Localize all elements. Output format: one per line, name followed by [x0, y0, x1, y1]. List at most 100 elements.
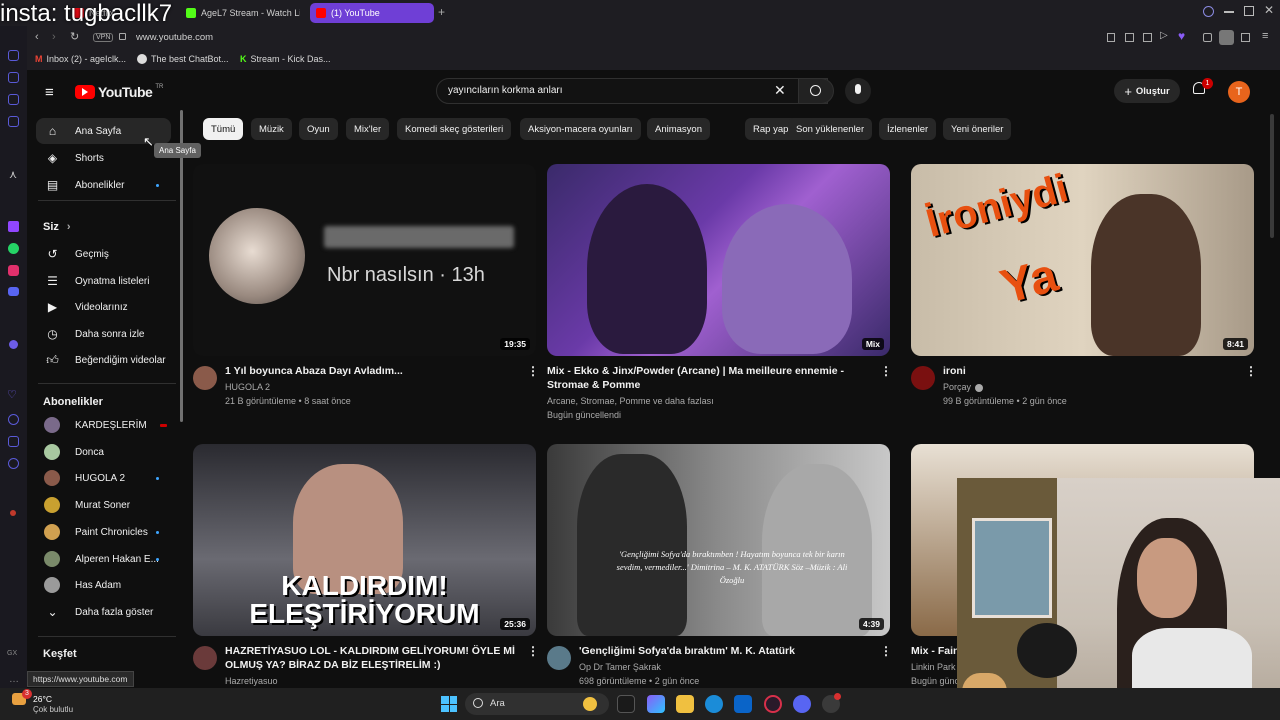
video-title[interactable]: HAZRETİYASUO LOL - KALDIRDIM GELİYORUM! … — [225, 644, 525, 672]
history-sidebar-icon[interactable] — [8, 414, 19, 425]
chip-music[interactable]: Müzik — [251, 118, 292, 140]
sub-murat-soner[interactable]: Murat Soner — [36, 492, 171, 518]
page-scrollbar[interactable] — [1270, 114, 1274, 238]
player-sidebar-icon[interactable] — [9, 340, 18, 349]
video-channel[interactable]: HUGOLA 2 — [225, 380, 270, 394]
video-title[interactable]: 1 Yıl boyunca Abaza Dayı Avladım... — [225, 364, 515, 378]
heart-icon[interactable]: ♥ — [1178, 29, 1185, 43]
forward-icon[interactable]: › — [52, 31, 56, 43]
gx-icon[interactable]: GX — [7, 650, 17, 657]
extensions-icon[interactable] — [1143, 33, 1152, 42]
chip-mixes[interactable]: Mix'ler — [346, 118, 390, 140]
video-channel[interactable]: Porçay — [943, 380, 971, 394]
speed-dial-icon[interactable] — [8, 50, 19, 61]
more-options-icon[interactable]: ⋮ — [1245, 364, 1257, 378]
settings-sidebar-icon[interactable] — [8, 458, 19, 469]
player-icon[interactable]: ▷ — [1160, 30, 1168, 41]
bookmark-gmail[interactable]: M Inbox (2) - ageIclk... — [35, 54, 126, 64]
puzzle-icon[interactable] — [1203, 33, 1212, 42]
task-view-icon[interactable] — [617, 695, 635, 713]
sub-kardeslerim[interactable]: KARDEŞLERİM — [36, 412, 171, 438]
sub-donca[interactable]: Donca — [36, 439, 171, 465]
chip-recently-uploaded[interactable]: Son yüklenenler — [788, 118, 873, 140]
sub-hugola-2[interactable]: HUGOLA 2 — [36, 465, 171, 491]
maximize-icon[interactable] — [1244, 6, 1254, 16]
tab-youtube[interactable]: (1) YouTube — [310, 3, 434, 23]
voice-search-button[interactable] — [845, 78, 871, 104]
chip-comedy[interactable]: Komedi skeç gösterileri — [397, 118, 512, 140]
more-options-icon[interactable]: ⋮ — [527, 644, 539, 658]
youtube-logo[interactable]: YouTube TR — [75, 84, 163, 100]
chip-watched[interactable]: İzlenenler — [879, 118, 937, 140]
hamburger-menu-icon[interactable]: ≡ — [45, 84, 54, 101]
download-icon[interactable] — [1241, 33, 1250, 42]
whatsapp-icon[interactable] — [8, 243, 19, 254]
more-options-icon[interactable]: ⋮ — [880, 644, 892, 658]
video-title[interactable]: 'Gençliğimi Sofya'da bıraktım' M. K. Ata… — [579, 644, 795, 658]
edge-icon[interactable] — [705, 695, 723, 713]
bookmark-icon[interactable] — [1107, 33, 1115, 42]
more-icon[interactable]: … — [9, 674, 19, 685]
twitch-icon[interactable] — [8, 221, 19, 232]
create-button[interactable]: + Oluştur — [1114, 79, 1180, 103]
chip-all[interactable]: Tümü — [203, 118, 244, 140]
video-thumbnail[interactable]: Mix — [547, 164, 890, 356]
search-input[interactable]: yayıncıların korkma anları — [448, 85, 563, 96]
taskbar-search[interactable]: Ara — [465, 693, 609, 715]
video-thumbnail[interactable]: KALDIRDIM! ELEŞTİRİYORUM 25:36 — [193, 444, 536, 636]
channel-avatar[interactable] — [547, 646, 571, 670]
video-channel[interactable]: Hazretiyasuo — [225, 674, 278, 688]
opera-gx-icon[interactable] — [764, 695, 782, 713]
reload-icon[interactable]: ↻ — [70, 30, 79, 43]
bookmark-kick[interactable]: K Stream - Kick Das... — [240, 54, 331, 64]
video-title[interactable]: Mix - Ekko & Jinx/Powder (Arcane) | Ma m… — [547, 364, 857, 392]
sub-paint-chronicles[interactable]: Paint Chronicles — [36, 519, 171, 545]
minimize-icon[interactable] — [1224, 11, 1234, 13]
channel-avatar[interactable] — [193, 646, 217, 670]
outlook-icon[interactable] — [734, 695, 752, 713]
discord-icon[interactable] — [793, 695, 811, 713]
more-options-icon[interactable]: ⋮ — [527, 364, 539, 378]
chip-new-to-you[interactable]: Yeni öneriler — [943, 118, 1012, 140]
vpn-badge[interactable]: VPN — [93, 33, 114, 42]
video-thumbnail[interactable]: 'Gençliğimi Sofya'da bıraktımben ! Hayat… — [547, 444, 890, 636]
show-more-button[interactable]: ⌄ Daha fazla göster — [36, 599, 171, 625]
nav-liked-videos[interactable]: 👍︎ Beğendiğim videolar — [36, 347, 171, 373]
tab-agel7-stream[interactable]: AgeL7 Stream - Watch Li — [180, 3, 300, 23]
nav-subscriptions[interactable]: ▤ Abonelikler — [36, 172, 171, 198]
url-field[interactable]: www.youtube.com — [136, 32, 213, 43]
channel-avatar[interactable] — [911, 366, 935, 390]
search-box[interactable]: yayıncıların korkma anları ✕ — [436, 78, 828, 104]
file-explorer-icon[interactable] — [676, 695, 694, 713]
video-title[interactable]: ironi — [943, 364, 966, 378]
new-tab-button[interactable]: + — [438, 5, 445, 19]
chip-action-adventure[interactable]: Aksiyon-macera oyunları — [520, 118, 641, 140]
weather-text[interactable]: Çok bulutlu — [33, 705, 73, 714]
nav-your-videos[interactable]: ▶ Videolarınız — [36, 294, 171, 320]
ai-icon[interactable]: ⋏ — [9, 168, 17, 181]
clear-search-icon[interactable]: ✕ — [774, 82, 786, 99]
bookmark-chatbot[interactable]: The best ChatBot... — [137, 54, 229, 64]
video-channel[interactable]: Linkin Park — [911, 660, 956, 674]
menu-icon[interactable]: ≡ — [1262, 30, 1268, 42]
copilot-icon[interactable] — [647, 695, 665, 713]
account-avatar[interactable]: T — [1228, 81, 1250, 103]
video-channel[interactable]: Arcane, Stromae, Pomme ve daha fazlası — [547, 394, 714, 408]
search-tabs-icon[interactable] — [1203, 6, 1214, 17]
workspaces-icon[interactable] — [8, 94, 19, 105]
extensions-sidebar-icon[interactable] — [8, 436, 19, 447]
close-window-icon[interactable]: ✕ — [1264, 3, 1274, 17]
nav-history[interactable]: ↺ Geçmiş — [36, 241, 171, 267]
sub-has-adam[interactable]: Has Adam — [36, 572, 171, 598]
back-icon[interactable]: ‹ — [35, 31, 39, 43]
discord-icon[interactable] — [8, 287, 19, 296]
windows-start-icon[interactable] — [441, 696, 457, 712]
snapshot-icon[interactable] — [1125, 33, 1134, 42]
favorites-icon[interactable]: ♡ — [7, 388, 17, 401]
chip-animation[interactable]: Animasyon — [647, 118, 710, 140]
temperature[interactable]: 26°C — [33, 694, 52, 704]
video-thumbnail[interactable]: Nbr nasılsın · 13h 19:35 — [193, 164, 536, 356]
video-channel[interactable]: Op Dr Tamer Şakrak — [579, 660, 661, 674]
video-title[interactable]: Mix - Fain — [911, 644, 959, 658]
more-options-icon[interactable]: ⋮ — [880, 364, 892, 378]
